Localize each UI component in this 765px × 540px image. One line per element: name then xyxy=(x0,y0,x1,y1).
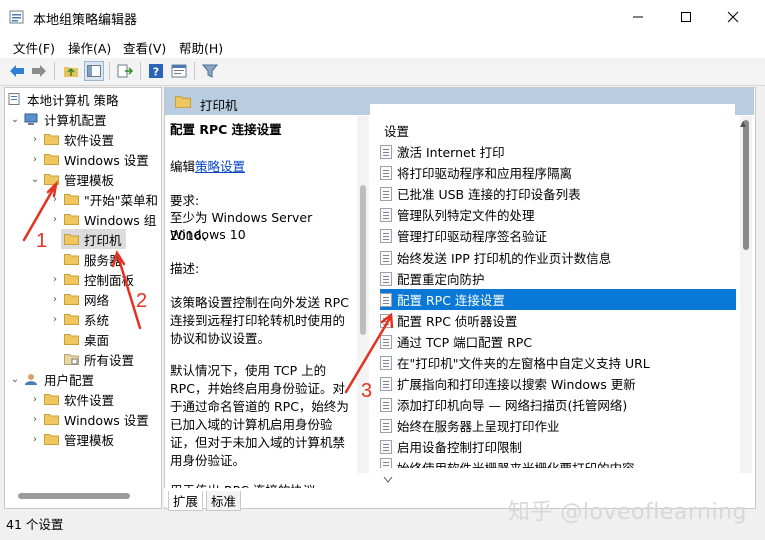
annotation-number-1: 1 xyxy=(36,230,48,252)
annotation-arrows xyxy=(22,180,394,394)
annotation-number-2: 2 xyxy=(136,290,148,312)
annotation-number-3: 3 xyxy=(361,380,373,402)
